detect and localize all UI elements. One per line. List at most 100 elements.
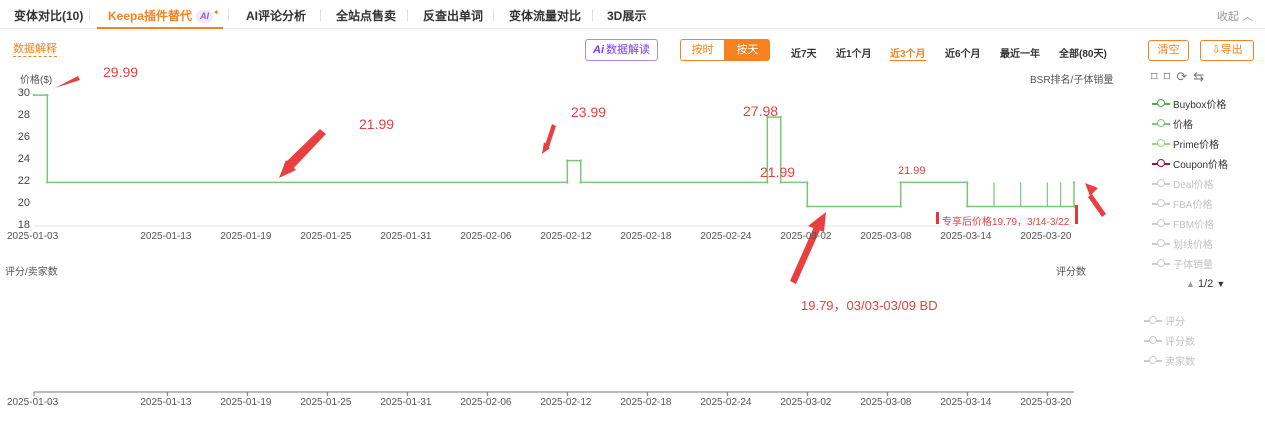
legend-item[interactable]: 评分数 [1144,333,1195,348]
data-point [806,181,809,184]
data-point [966,181,969,184]
range-marker-end [1075,205,1078,224]
arrow-icon [55,76,80,88]
price-chart [32,76,1106,396]
x-tick-label: 2025-03-02 [780,231,832,242]
x-tick-label: 2025-01-13 [140,397,192,408]
annotation-bd: 19.79，03/03-03/09 BD [801,298,938,313]
refresh-icon[interactable]: ⟳ [1176,69,1193,84]
pager-text: 1/2 [1197,278,1214,290]
arrow-icon [1085,183,1098,196]
x-tick-label: 2025-01-19 [220,231,272,242]
annotation-price: 21.99 [898,165,926,177]
x-tick-label: 2025-03-20 [1020,231,1072,242]
legend-label: Coupon价格 [1173,160,1229,171]
legend-label: Prime价格 [1173,140,1220,151]
legend-marker-icon [1152,159,1170,169]
legend-marker-icon [1144,316,1162,326]
x-tick-label: 2025-01-03 [7,231,59,242]
legend-marker-icon [1152,259,1170,269]
x-tick-label: 2025-03-08 [860,231,912,242]
data-point [766,181,769,184]
x-tick-label: 2025-02-06 [460,231,512,242]
data-point [779,181,782,184]
x-tick-label: 2025-02-18 [620,231,672,242]
legend-label: 卖家数 [1165,357,1195,368]
legend-item[interactable]: Buybox价格 [1152,96,1226,111]
legend-item[interactable]: 子体销量 [1152,256,1213,271]
x-tick-label: 2025-02-18 [620,397,672,408]
annotation-price: 21.99 [760,164,796,180]
annotation-price: 29.99 [103,64,139,80]
legend-item[interactable]: 划线价格 [1152,236,1213,251]
data-point [579,159,582,162]
legend-label: Buybox价格 [1173,100,1227,111]
data-point [566,159,569,162]
x-tick-label: 2025-03-14 [940,397,992,408]
data-point [779,115,782,119]
legend-item[interactable]: Prime价格 [1152,136,1219,151]
data-point [32,93,36,97]
x-tick-label: 2025-01-19 [220,397,272,408]
annotation-price: 27.98 [743,103,779,119]
legend-label: Deal价格 [1173,180,1214,191]
pager-up-button[interactable]: ▲ [1186,279,1195,289]
annotation-exclusive-price: 专享后价格19.79，3/14-3/22 [942,213,1070,228]
annotation-price: 23.99 [571,104,607,120]
annotation-price: 21.99 [359,116,395,132]
x-tick-label: 2025-02-24 [700,397,752,408]
data-point [566,181,569,184]
legend-marker-icon [1152,99,1170,109]
legend-marker-icon [1152,239,1170,249]
legend-marker-icon [1144,356,1162,366]
legend-marker-icon [1152,199,1170,209]
legend-label: 评分数 [1165,337,1195,348]
x-tick-label: 2025-01-13 [140,231,192,242]
range-marker-start [936,212,939,224]
legend-marker-icon [1152,219,1170,229]
series-line-price [34,94,1075,208]
x-tick-label: 2025-01-25 [300,397,352,408]
x-tick-label: 2025-01-31 [380,397,432,408]
legend-label: FBA价格 [1173,200,1213,211]
legend-item[interactable]: FBM价格 [1152,216,1214,231]
x-tick-label: 2025-02-06 [460,397,512,408]
data-point [899,181,902,184]
x-tick-label: 2025-02-12 [540,397,592,408]
lower-left-axis-label: 评分/卖家数 [5,267,58,278]
x-tick-label: 2025-01-25 [300,231,352,242]
data-point [1072,205,1076,208]
crop-icon[interactable]: ⌑ [1151,69,1164,84]
legend-item[interactable]: FBA价格 [1152,196,1212,211]
keepa-panel: 变体对比(10) Keepa插件替代 AI ✦ AI评论分析 全站点售卖 反查出单词… [0,0,1265,424]
data-point [1072,181,1076,184]
x-tick-label: 2025-01-31 [380,231,432,242]
chart-tools: ⌑⌑⟳⇆ [1151,69,1210,85]
x-tick-label: 2025-03-20 [1020,397,1072,408]
legend-label: 划线价格 [1173,240,1213,251]
legend-label: 子体销量 [1173,260,1213,271]
legend-label: 评分 [1165,317,1185,328]
legend-item[interactable]: 卖家数 [1144,353,1195,368]
legend-item[interactable]: Coupon价格 [1152,156,1228,171]
x-tick-label: 2025-02-24 [700,231,752,242]
legend-item[interactable]: 评分 [1144,313,1185,328]
pager-down-button[interactable]: ▼ [1216,279,1225,289]
arrow-icon [1088,194,1106,217]
data-point [806,205,809,208]
legend-marker-icon [1152,119,1170,129]
data-point [966,205,969,208]
lower-right-axis-label: 评分数 [1056,267,1086,278]
legend-marker-icon [1144,336,1162,346]
data-point [899,205,902,208]
swap-icon[interactable]: ⇆ [1193,69,1210,84]
legend-item[interactable]: Deal价格 [1152,176,1214,191]
legend-label: 价格 [1173,120,1193,131]
crop-alt-icon[interactable]: ⌑ [1164,69,1177,84]
x-tick-label: 2025-01-03 [7,397,59,408]
x-tick-label: 2025-03-02 [780,397,832,408]
x-tick-label: 2025-03-14 [940,231,992,242]
data-point [46,93,49,97]
legend-marker-icon [1152,179,1170,189]
legend-item[interactable]: 价格 [1152,116,1193,131]
